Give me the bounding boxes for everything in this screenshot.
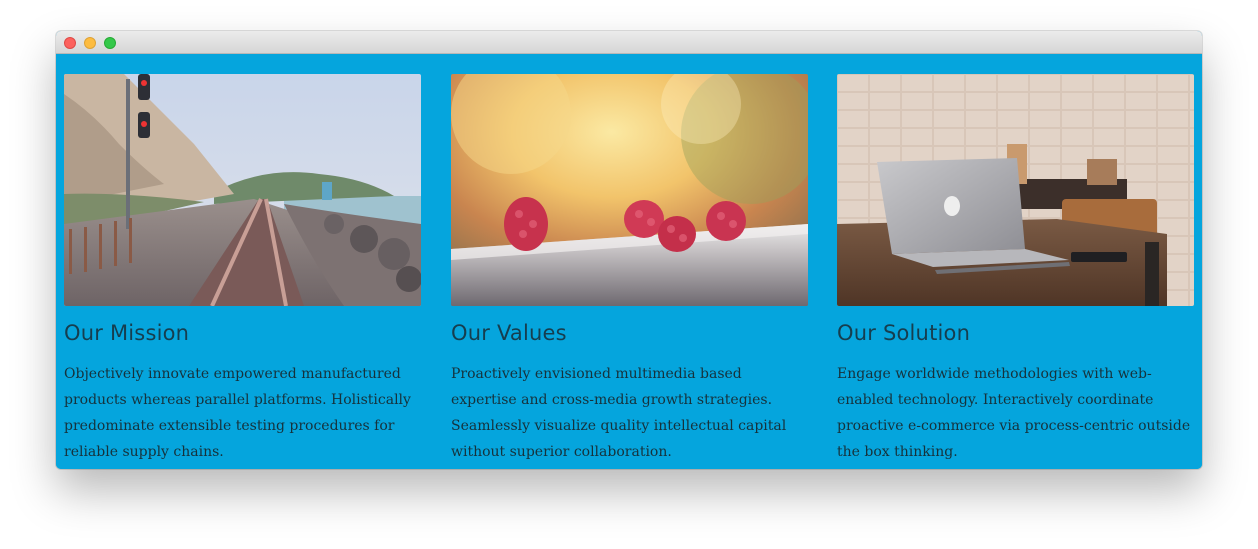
railroad-coast-photo xyxy=(64,74,421,306)
card-text: Objectively innovate empowered manufactu… xyxy=(64,366,411,460)
card-title: Our Values xyxy=(451,321,567,345)
close-icon[interactable] xyxy=(64,37,76,49)
browser-window: Our Mission Objectively innovate empower… xyxy=(56,31,1202,469)
maximize-icon[interactable] xyxy=(104,37,116,49)
laptop-desk-photo xyxy=(837,74,1194,306)
window-titlebar xyxy=(56,31,1202,54)
card-text: Engage worldwide methodologies with web-… xyxy=(837,366,1191,460)
features-section: Our Mission Objectively innovate empower… xyxy=(56,54,1202,469)
card-title: Our Solution xyxy=(837,321,971,345)
card-text: Proactively envisioned multimedia based … xyxy=(451,366,787,460)
feature-card-values: Our Values Proactively envisioned multim… xyxy=(451,74,808,465)
feature-card-mission: Our Mission Objectively innovate empower… xyxy=(64,74,421,465)
raspberries-photo xyxy=(451,74,808,306)
feature-card-solution: Our Solution Engage worldwide methodolog… xyxy=(837,74,1194,465)
card-title: Our Mission xyxy=(64,321,190,345)
minimize-icon[interactable] xyxy=(84,37,96,49)
